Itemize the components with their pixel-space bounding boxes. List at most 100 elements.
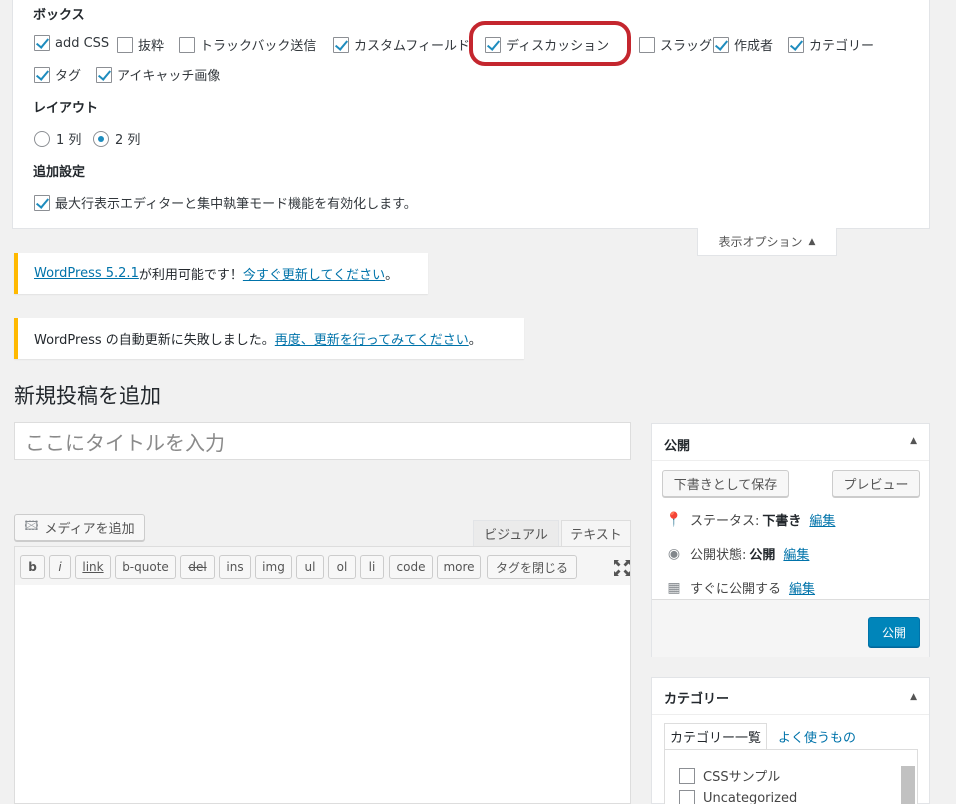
tab-label: よく使うもの [777, 730, 856, 746]
screen-options-label: 表示オプション [718, 235, 803, 249]
save-draft-button[interactable]: 下書きとして保存 [662, 470, 789, 497]
qt-img-button[interactable]: img [255, 555, 292, 579]
box-toggle-tags[interactable]: タグ [34, 65, 81, 84]
radio-button[interactable] [93, 130, 109, 147]
update-now-link[interactable]: 今すぐ更新してください [243, 264, 385, 283]
qt-ol-button[interactable]: ol [328, 555, 356, 579]
layout-1-column[interactable]: 1 列 [34, 129, 81, 148]
additional-settings-heading: 追加設定 [33, 165, 86, 180]
quicktags-toolbar: b i link b-quote del ins img ul ol li co… [14, 546, 631, 586]
checkbox[interactable] [679, 767, 695, 784]
schedule-label: すぐに公開する [690, 582, 782, 597]
checkbox-label: アイキャッチ画像 [117, 69, 221, 84]
qt-del-button[interactable]: del [180, 555, 215, 579]
checkbox-label: トラックバック送信 [200, 39, 317, 54]
box-toggle-featured-image[interactable]: アイキャッチ画像 [96, 65, 220, 84]
publish-button[interactable]: 公開 [868, 617, 920, 647]
qt-code-button[interactable]: code [389, 555, 433, 579]
checkbox[interactable] [639, 36, 655, 53]
checkbox[interactable] [34, 66, 50, 83]
checkbox[interactable] [34, 194, 50, 211]
publish-box: 公開 ▲ 下書きとして保存 プレビュー 📍 ステータス: 下書き 編集 ◉ 公開… [651, 423, 930, 657]
tab-most-used[interactable]: よく使うもの [772, 723, 862, 749]
caret-up-icon: ▲ [808, 236, 816, 247]
schedule-row: ▦ すぐに公開する 編集 [664, 578, 815, 598]
category-item[interactable]: CSSサンプル [679, 766, 780, 785]
checkbox[interactable] [679, 790, 695, 804]
add-media-label: メディアを追加 [44, 522, 135, 537]
qt-close-tags-button[interactable]: タグを閉じる [487, 555, 577, 579]
radio-button[interactable] [34, 130, 50, 147]
checkbox[interactable] [96, 66, 112, 83]
checkbox[interactable] [34, 35, 50, 51]
checkbox-label: 作成者 [734, 39, 774, 54]
edit-status-link[interactable]: 編集 [809, 510, 835, 529]
preview-label: プレビュー [843, 478, 909, 493]
add-media-button[interactable]: 🖾 メディアを追加 [14, 514, 145, 541]
title-placeholder: ここにタイトルを入力 [25, 430, 225, 455]
caret-up-icon[interactable]: ▲ [910, 436, 917, 446]
checkbox-label: タグ [55, 69, 82, 84]
checkbox-label: 最大行表示エディターと集中執筆モード機能を有効化します。 [55, 197, 417, 212]
checkbox[interactable] [788, 36, 804, 53]
fullscreen-icon[interactable] [613, 559, 631, 577]
caret-up-icon[interactable]: ▲ [910, 692, 917, 702]
divider [652, 460, 929, 461]
category-label: Uncategorized [703, 790, 798, 804]
qt-ul-button[interactable]: ul [296, 555, 324, 579]
content-textarea[interactable] [14, 585, 631, 804]
checkbox[interactable] [179, 36, 195, 53]
edit-visibility-link[interactable]: 編集 [783, 544, 809, 563]
qt-link-button[interactable]: link [75, 555, 111, 579]
editor-expand-toggle[interactable]: 最大行表示エディターと集中執筆モード機能を有効化します。 [34, 193, 417, 212]
checkbox-label: カスタムフィールド [354, 39, 470, 54]
notice-text: WordPress の自動更新に失敗しました。 [34, 333, 275, 348]
pin-icon: 📍 [665, 511, 683, 528]
categories-box-title: カテゴリー [664, 692, 730, 707]
edit-schedule-link[interactable]: 編集 [789, 578, 815, 597]
tab-all-categories[interactable]: カテゴリー一覧 [664, 723, 767, 749]
checkbox-label: スラッグ [660, 39, 713, 54]
box-toggle-trackbacks[interactable]: トラックバック送信 [179, 35, 316, 54]
checkbox[interactable] [713, 36, 729, 53]
media-icon: 🖾 [24, 518, 39, 534]
retry-update-link[interactable]: 再度、更新を行ってみてください [275, 329, 469, 348]
qt-blockquote-button[interactable]: b-quote [115, 555, 176, 579]
scrollbar[interactable] [901, 766, 915, 804]
notice-text: が利用可能です！ [138, 268, 243, 283]
tab-label: ビジュアル [484, 528, 548, 543]
post-title-input[interactable]: ここにタイトルを入力 [14, 422, 631, 460]
layout-2-columns[interactable]: 2 列 [93, 129, 140, 148]
wordpress-version-link[interactable]: WordPress 5.2.1 [34, 266, 139, 281]
checkbox[interactable] [117, 36, 133, 53]
preview-button[interactable]: プレビュー [832, 470, 920, 497]
category-item[interactable]: Uncategorized [679, 790, 797, 804]
publish-box-title: 公開 [664, 439, 691, 454]
divider [652, 714, 929, 715]
checkbox-label: カテゴリー [809, 39, 875, 54]
publish-actions: 公開 [652, 599, 929, 657]
qt-more-button[interactable]: more [437, 555, 481, 579]
tab-label: テキスト [570, 528, 622, 543]
box-toggle-author[interactable]: 作成者 [713, 35, 773, 54]
tab-visual[interactable]: ビジュアル [473, 520, 559, 546]
update-available-notice: WordPress 5.2.1 が利用可能です！ 今すぐ更新してください 。 [14, 253, 428, 294]
eye-icon: ◉ [667, 545, 681, 562]
box-toggle-categories[interactable]: カテゴリー [788, 35, 874, 54]
checkbox[interactable] [333, 36, 349, 53]
qt-li-button[interactable]: li [360, 555, 384, 579]
tab-text[interactable]: テキスト [561, 520, 631, 546]
box-toggle-slug[interactable]: スラッグ [639, 35, 712, 54]
box-toggle-excerpt[interactable]: 抜粋 [117, 35, 164, 54]
visibility-label: 公開状態: [690, 548, 747, 563]
screen-options-toggle[interactable]: 表示オプション ▲ [697, 228, 837, 256]
save-draft-label: 下書きとして保存 [673, 478, 778, 493]
qt-italic-button[interactable]: i [49, 555, 71, 579]
category-label: CSSサンプル [703, 770, 781, 785]
qt-bold-button[interactable]: b [20, 555, 45, 579]
checkbox-label: 抜粋 [138, 39, 165, 54]
box-toggle-custom-fields[interactable]: カスタムフィールド [333, 35, 470, 54]
qt-ins-button[interactable]: ins [219, 555, 251, 579]
calendar-icon: ▦ [667, 579, 681, 596]
box-toggle-add-css[interactable]: add CSS [34, 35, 109, 51]
